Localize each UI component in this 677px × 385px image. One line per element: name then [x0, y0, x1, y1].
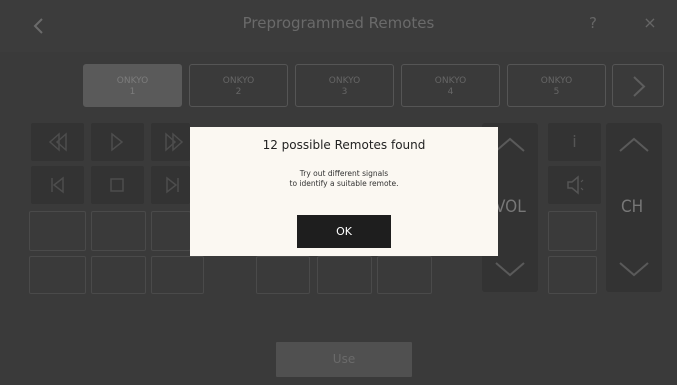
- tab-brand: ONKYO: [540, 76, 573, 86]
- rewind-icon: [48, 132, 67, 152]
- empty-key[interactable]: [377, 256, 432, 294]
- empty-key[interactable]: [29, 256, 86, 294]
- dialog-message-line-1: Try out different signals: [299, 169, 389, 178]
- info-icon: i: [572, 132, 577, 151]
- empty-key[interactable]: [151, 256, 204, 294]
- use-button[interactable]: Use: [276, 342, 412, 377]
- mute-button[interactable]: [548, 166, 601, 204]
- tab-brand: ONKYO: [222, 76, 255, 86]
- dialog-message-line-2: to identify a suitable remote.: [289, 179, 399, 188]
- skip-back-button[interactable]: [31, 166, 84, 204]
- empty-key[interactable]: [91, 211, 146, 251]
- volume-down-icon: [495, 262, 525, 277]
- fast-forward-button[interactable]: [151, 123, 190, 161]
- empty-key[interactable]: [256, 256, 310, 294]
- channel-down-icon: [619, 262, 649, 277]
- skip-back-icon: [51, 176, 64, 194]
- close-button[interactable]: ×: [642, 13, 658, 32]
- chevron-right-icon: [633, 76, 646, 97]
- tab-brand: ONKYO: [434, 76, 467, 86]
- speaker-icon: [567, 175, 584, 195]
- stop-icon: [110, 178, 124, 192]
- remote-tab-3[interactable]: ONKYO 3: [295, 64, 394, 107]
- play-button[interactable]: [91, 123, 144, 161]
- info-button[interactable]: i: [548, 123, 601, 161]
- remote-tab-4[interactable]: ONKYO 4: [401, 64, 500, 107]
- remote-tab-2[interactable]: ONKYO 2: [189, 64, 288, 107]
- empty-key[interactable]: [317, 256, 372, 294]
- tab-number: 2: [235, 87, 242, 97]
- channel-rocker[interactable]: CH: [606, 123, 662, 292]
- empty-key[interactable]: [548, 211, 597, 251]
- empty-key[interactable]: [151, 211, 191, 251]
- dialog-message: Try out different signals to identify a …: [190, 169, 498, 189]
- rewind-button[interactable]: [31, 123, 84, 161]
- remotes-found-dialog: 12 possible Remotes found Try out differ…: [190, 127, 498, 256]
- tab-brand: ONKYO: [116, 76, 149, 86]
- page-title: Preprogrammed Remotes: [242, 14, 435, 32]
- tab-number: 3: [341, 87, 348, 97]
- volume-label: VOL: [495, 197, 526, 217]
- next-tabs-button[interactable]: [612, 64, 664, 107]
- tab-number: 1: [129, 87, 136, 97]
- fast-forward-icon: [165, 132, 184, 152]
- stop-button[interactable]: [91, 166, 144, 204]
- skip-forward-icon: [166, 176, 179, 194]
- empty-key[interactable]: [29, 211, 86, 251]
- skip-forward-button[interactable]: [151, 166, 190, 204]
- tab-brand: ONKYO: [328, 76, 361, 86]
- top-bar: Preprogrammed Remotes ? ×: [0, 0, 677, 52]
- play-icon: [111, 132, 124, 152]
- empty-key[interactable]: [91, 256, 146, 294]
- channel-label: CH: [621, 197, 644, 217]
- tab-number: 5: [553, 87, 560, 97]
- dialog-title: 12 possible Remotes found: [262, 138, 426, 152]
- channel-up-icon: [619, 137, 649, 152]
- empty-key[interactable]: [548, 256, 597, 294]
- remote-tab-1[interactable]: ONKYO 1: [83, 64, 182, 107]
- help-button[interactable]: ?: [585, 14, 601, 32]
- ok-button[interactable]: OK: [297, 215, 391, 248]
- tab-number: 4: [447, 87, 454, 97]
- remote-tab-5[interactable]: ONKYO 5: [507, 64, 606, 107]
